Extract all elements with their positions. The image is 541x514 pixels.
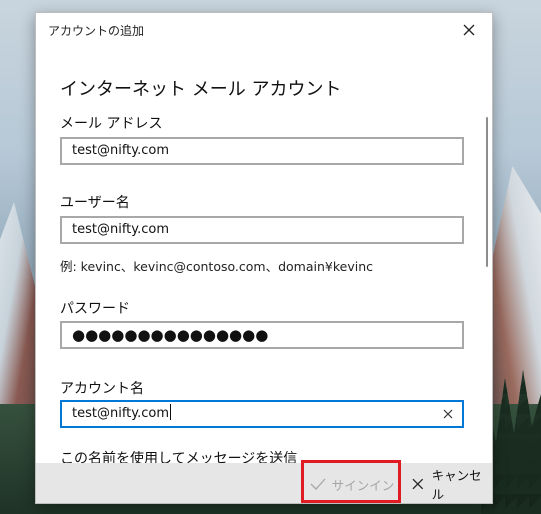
dialog-content[interactable]: インターネット メール アカウント メール アドレス test@nifty.co… [36,47,492,463]
password-value: ●●●●●●●●●●●●●●● [72,326,269,344]
signin-label: サインイン [331,477,395,493]
username-value: test@nifty.com [72,222,169,237]
title-bar: アカウントの追加 [36,13,492,47]
password-label: パスワード [60,301,130,317]
add-account-dialog: アカウントの追加 インターネット メール アカウント メール アドレス test… [35,12,493,504]
cancel-button[interactable]: キャンセル [408,468,492,502]
clear-icon [443,409,453,419]
account-name-label: アカウント名 [60,381,144,397]
close-icon [463,24,475,36]
close-button[interactable] [446,13,492,47]
dialog-footer: サインイン キャンセル [36,463,492,503]
text-caret [170,404,171,420]
username-field[interactable]: test@nifty.com [60,216,464,244]
window-title: アカウントの追加 [48,24,145,38]
cancel-label: キャンセル [431,468,482,502]
email-field[interactable]: test@nifty.com [60,137,464,165]
scrollbar[interactable] [486,117,488,267]
clear-field-button[interactable] [440,406,456,422]
cancel-icon [412,478,424,490]
password-field[interactable]: ●●●●●●●●●●●●●●● [60,321,464,349]
account-name-value: test@nifty.com [72,406,169,421]
signin-button[interactable]: サインイン [302,469,402,499]
username-label: ユーザー名 [60,195,130,211]
checkmark-icon [310,478,326,490]
email-label: メール アドレス [60,116,163,132]
send-as-label: この名前を使用してメッセージを送信 [60,451,298,463]
email-value: test@nifty.com [72,143,169,158]
page-title: インターネット メール アカウント [60,79,342,100]
username-hint: 例: kevinc、kevinc@contoso.com、domain¥kevi… [60,259,374,274]
account-name-field[interactable]: test@nifty.com [60,400,464,428]
